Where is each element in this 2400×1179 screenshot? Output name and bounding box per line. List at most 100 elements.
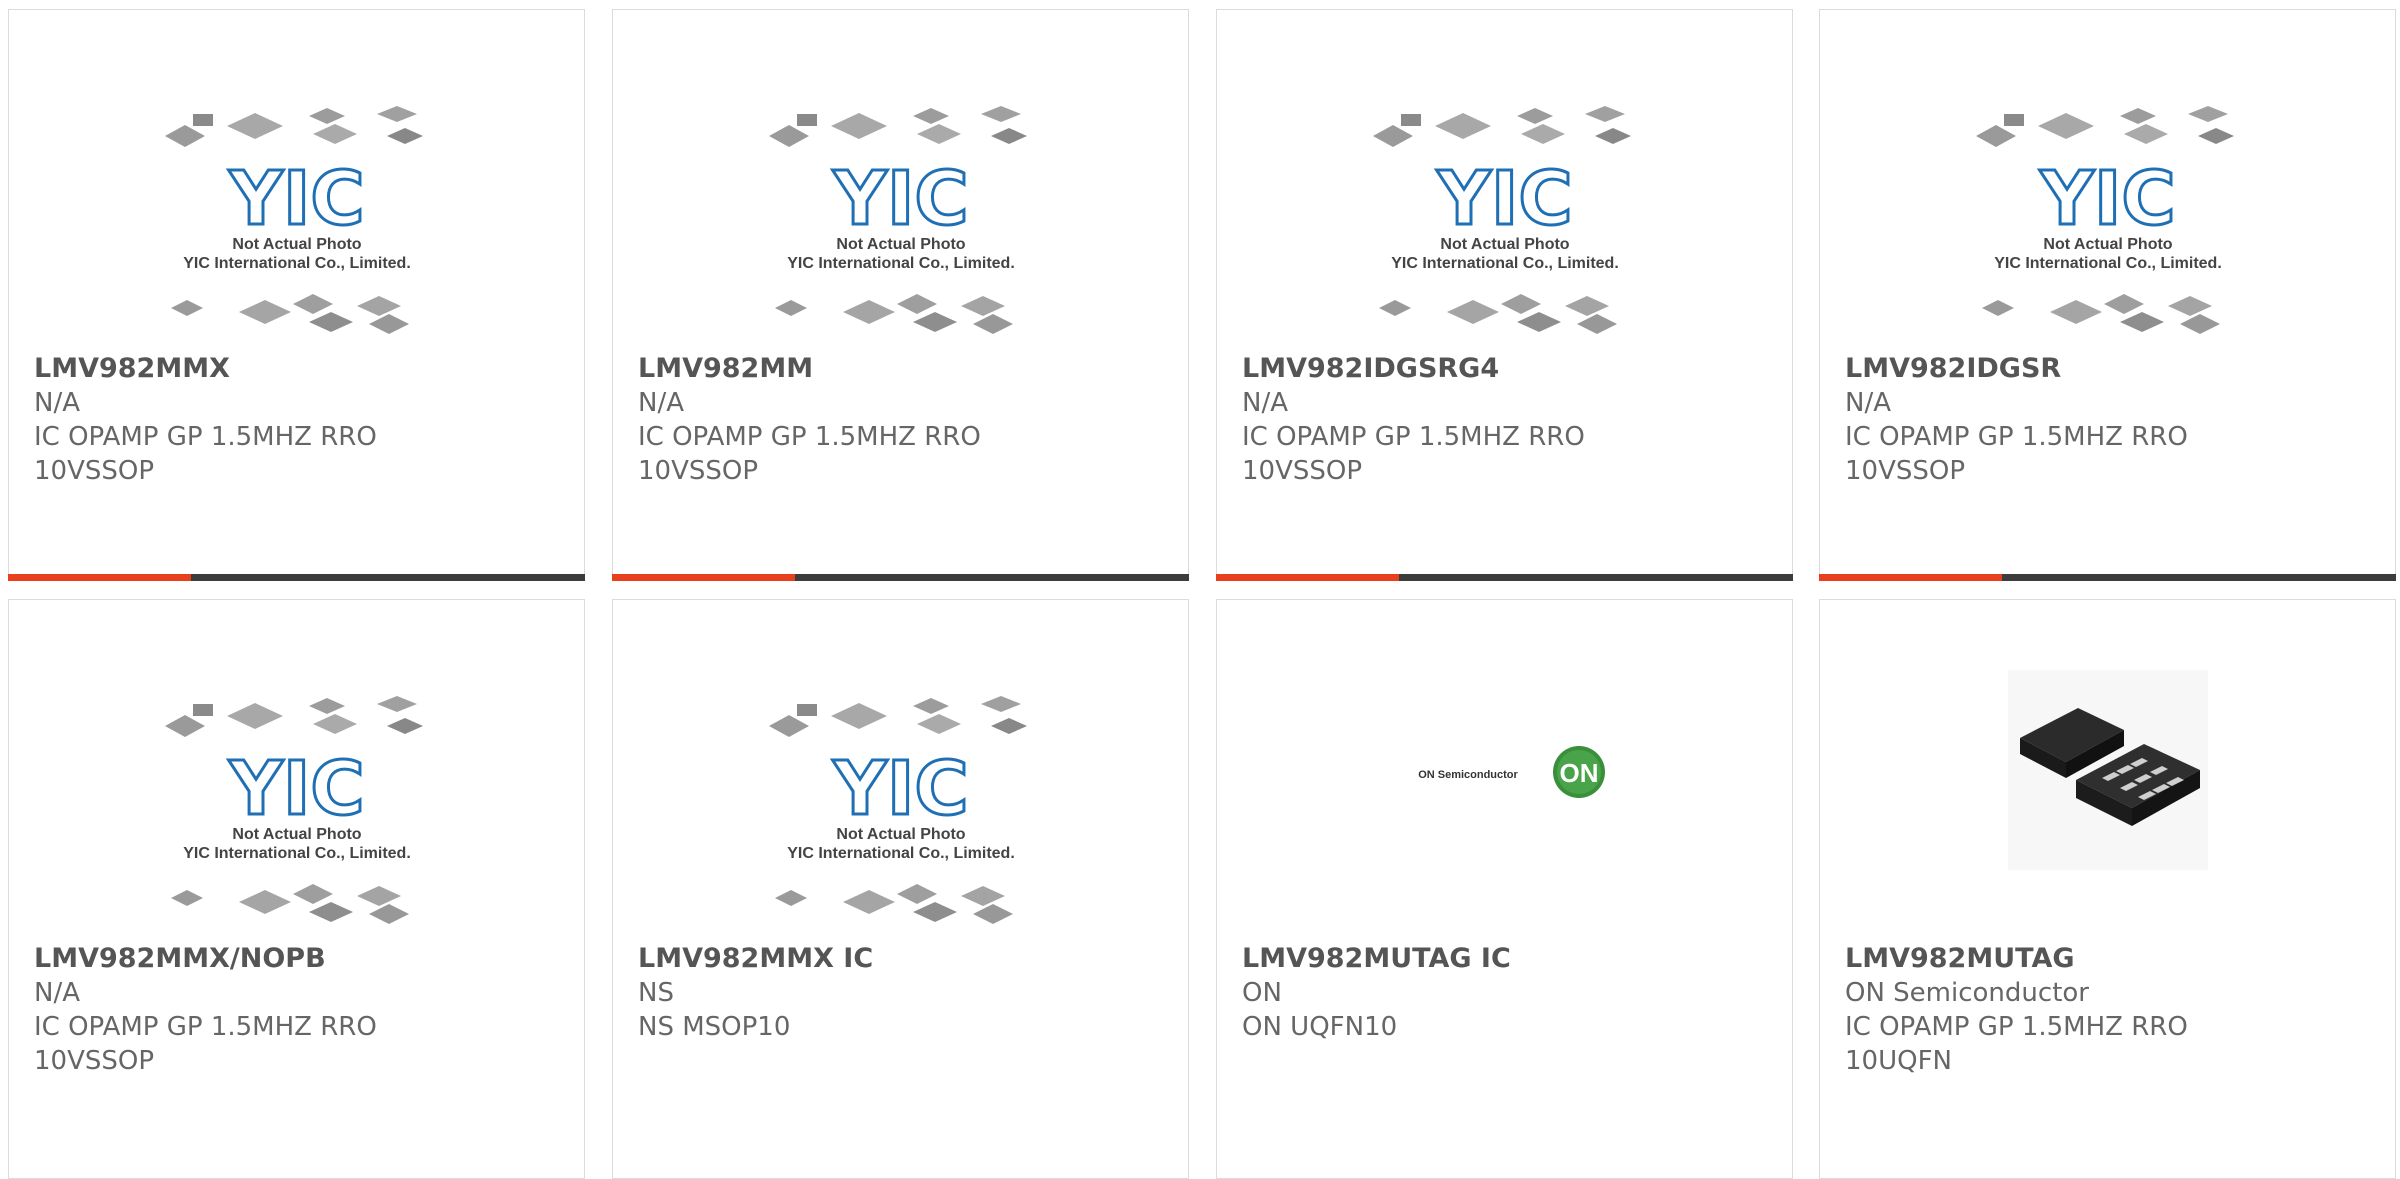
caption-not-actual-photo: Not Actual Photo — [232, 236, 361, 253]
caption-company: YIC International Co., Limited. — [1391, 255, 1619, 272]
product-image[interactable]: YIC Not Actual Photo YIC International Co.… — [1820, 10, 2395, 345]
chip-graphic — [1517, 108, 1553, 124]
chip-graphic — [831, 113, 887, 139]
chip-graphic — [193, 114, 213, 126]
chip-graphic — [973, 314, 1013, 334]
chip-graphic — [357, 296, 401, 316]
chip-graphic — [309, 902, 353, 922]
yic-placeholder-image: YICNot Actual Photo YIC International Co.… — [165, 696, 423, 924]
product-image[interactable]: YIC Not Actual Photo YIC International Co.… — [613, 10, 1188, 345]
yic-placeholder-image: YICNot Actual Photo YIC International Co.… — [769, 696, 1027, 924]
part-number[interactable]: LMV982MMX — [34, 352, 564, 386]
product-image[interactable]: YIC Not Actual Photo YIC International Co.… — [9, 10, 584, 345]
description: IC OPAMP GP 1.5MHZ RRO — [1845, 1012, 2188, 1042]
product-image[interactable] — [1820, 600, 2395, 935]
chip-graphic — [193, 704, 213, 716]
chip-graphic — [1595, 128, 1631, 144]
package: 10VSSOP — [34, 456, 155, 486]
manufacturer: ON — [1242, 978, 1282, 1008]
part-number[interactable]: LMV982IDGSRG4 — [1242, 352, 1772, 386]
caption-company: YIC International Co., Limited. — [787, 845, 1015, 862]
chip-graphic — [2120, 108, 2156, 124]
yic-logo: YIC — [228, 746, 364, 832]
chip-graphic — [309, 312, 353, 332]
part-number[interactable]: LMV982MM — [638, 352, 1168, 386]
chip-graphic — [1976, 125, 2016, 147]
chip-graphic — [309, 108, 345, 124]
chip-graphic — [2168, 296, 2212, 316]
chip-graphic — [239, 890, 291, 914]
manufacturer: N/A — [34, 978, 80, 1008]
product-card[interactable]: LMV982MUTAG ON Semiconductor IC OPAMP GP… — [1819, 599, 2396, 1179]
caption-not-actual-photo: Not Actual Photo — [232, 826, 361, 843]
chip-graphic — [961, 296, 1005, 316]
part-number[interactable]: LMV982MMX IC — [638, 942, 1168, 976]
chip-graphic — [1379, 300, 1411, 316]
accent-bar — [1216, 574, 1399, 581]
chip-graphic — [797, 114, 817, 126]
caption-company: YIC International Co., Limited. — [787, 255, 1015, 272]
chip-graphic — [2188, 106, 2228, 122]
product-image[interactable]: ON Semiconductor ON — [1217, 600, 1792, 935]
product-card[interactable]: ON Semiconductor ON LMV982MUTAG IC ON ON… — [1216, 599, 1793, 1179]
part-number[interactable]: LMV982MMX/NOPB — [34, 942, 564, 976]
chip-graphic — [227, 703, 283, 729]
card-footer-bar — [1819, 574, 2396, 581]
product-info: LMV982MUTAG ON Semiconductor IC OPAMP GP… — [1845, 942, 2375, 1078]
chip-graphic — [2198, 128, 2234, 144]
chip-graphic — [797, 704, 817, 716]
chip-graphic — [2050, 300, 2102, 324]
chip-graphic — [991, 718, 1027, 734]
product-image[interactable]: YIC Not Actual Photo YIC International Co.… — [613, 600, 1188, 935]
chip-graphic — [369, 314, 409, 334]
chip-graphic — [981, 106, 1021, 122]
chip-graphic — [2120, 312, 2164, 332]
part-number[interactable]: LMV982IDGSR — [1845, 352, 2375, 386]
chip-graphic — [1565, 296, 1609, 316]
chip-graphic — [1585, 106, 1625, 122]
manufacturer: ON Semiconductor — [1845, 978, 2089, 1008]
manufacturer: NS — [638, 978, 674, 1008]
chip-graphic — [775, 300, 807, 316]
description: IC OPAMP GP 1.5MHZ RRO — [638, 422, 981, 452]
part-number[interactable]: LMV982MUTAG IC — [1242, 942, 1772, 976]
chip-graphic — [843, 300, 895, 324]
part-number[interactable]: LMV982MUTAG — [1845, 942, 2375, 976]
chip-graphic — [313, 124, 357, 144]
product-info: LMV982MMX/NOPB N/A IC OPAMP GP 1.5MHZ RR… — [34, 942, 564, 1078]
chip-graphic — [357, 886, 401, 906]
chip-graphic — [387, 718, 423, 734]
chip-graphic — [165, 125, 205, 147]
chip-graphic — [897, 884, 937, 904]
product-card[interactable]: YIC Not Actual Photo YIC International Co.… — [8, 599, 585, 1179]
chip-graphic — [2004, 114, 2024, 126]
product-card[interactable]: YIC Not Actual Photo YIC International Co.… — [1216, 9, 1793, 581]
product-image[interactable]: YIC Not Actual Photo YIC International Co.… — [9, 600, 584, 935]
chip-graphic — [913, 108, 949, 124]
product-card[interactable]: YIC Not Actual Photo YIC International Co.… — [8, 9, 585, 581]
caption-company: YIC International Co., Limited. — [183, 255, 411, 272]
manufacturer: N/A — [1845, 388, 1891, 418]
chip-graphic — [171, 300, 203, 316]
chip-graphic — [1517, 312, 1561, 332]
chip-graphic — [831, 703, 887, 729]
chip-graphic — [369, 904, 409, 924]
package: NS MSOP10 — [638, 1012, 791, 1042]
product-image[interactable]: YIC Not Actual Photo YIC International Co.… — [1217, 10, 1792, 345]
product-card[interactable]: YIC Not Actual Photo YIC International Co.… — [612, 599, 1189, 1179]
chip-graphic — [917, 714, 961, 734]
chip-graphic — [2038, 113, 2094, 139]
product-card[interactable]: YIC Not Actual Photo YIC International Co.… — [1819, 9, 2396, 581]
chip-graphic — [1373, 125, 1413, 147]
product-card[interactable]: YIC Not Actual Photo YIC International Co.… — [612, 9, 1189, 581]
product-info: LMV982MM N/A IC OPAMP GP 1.5MHZ RRO 10VS… — [638, 352, 1168, 488]
chip-graphic — [313, 714, 357, 734]
card-footer-bar — [612, 574, 1189, 581]
chip-graphic — [913, 698, 949, 714]
chip-graphic — [2104, 294, 2144, 314]
caption-not-actual-photo: Not Actual Photo — [1440, 236, 1569, 253]
card-footer-bar — [8, 574, 585, 581]
chip-graphic — [309, 698, 345, 714]
chip-graphic — [387, 128, 423, 144]
uqfn-package-photo — [2008, 670, 2208, 870]
